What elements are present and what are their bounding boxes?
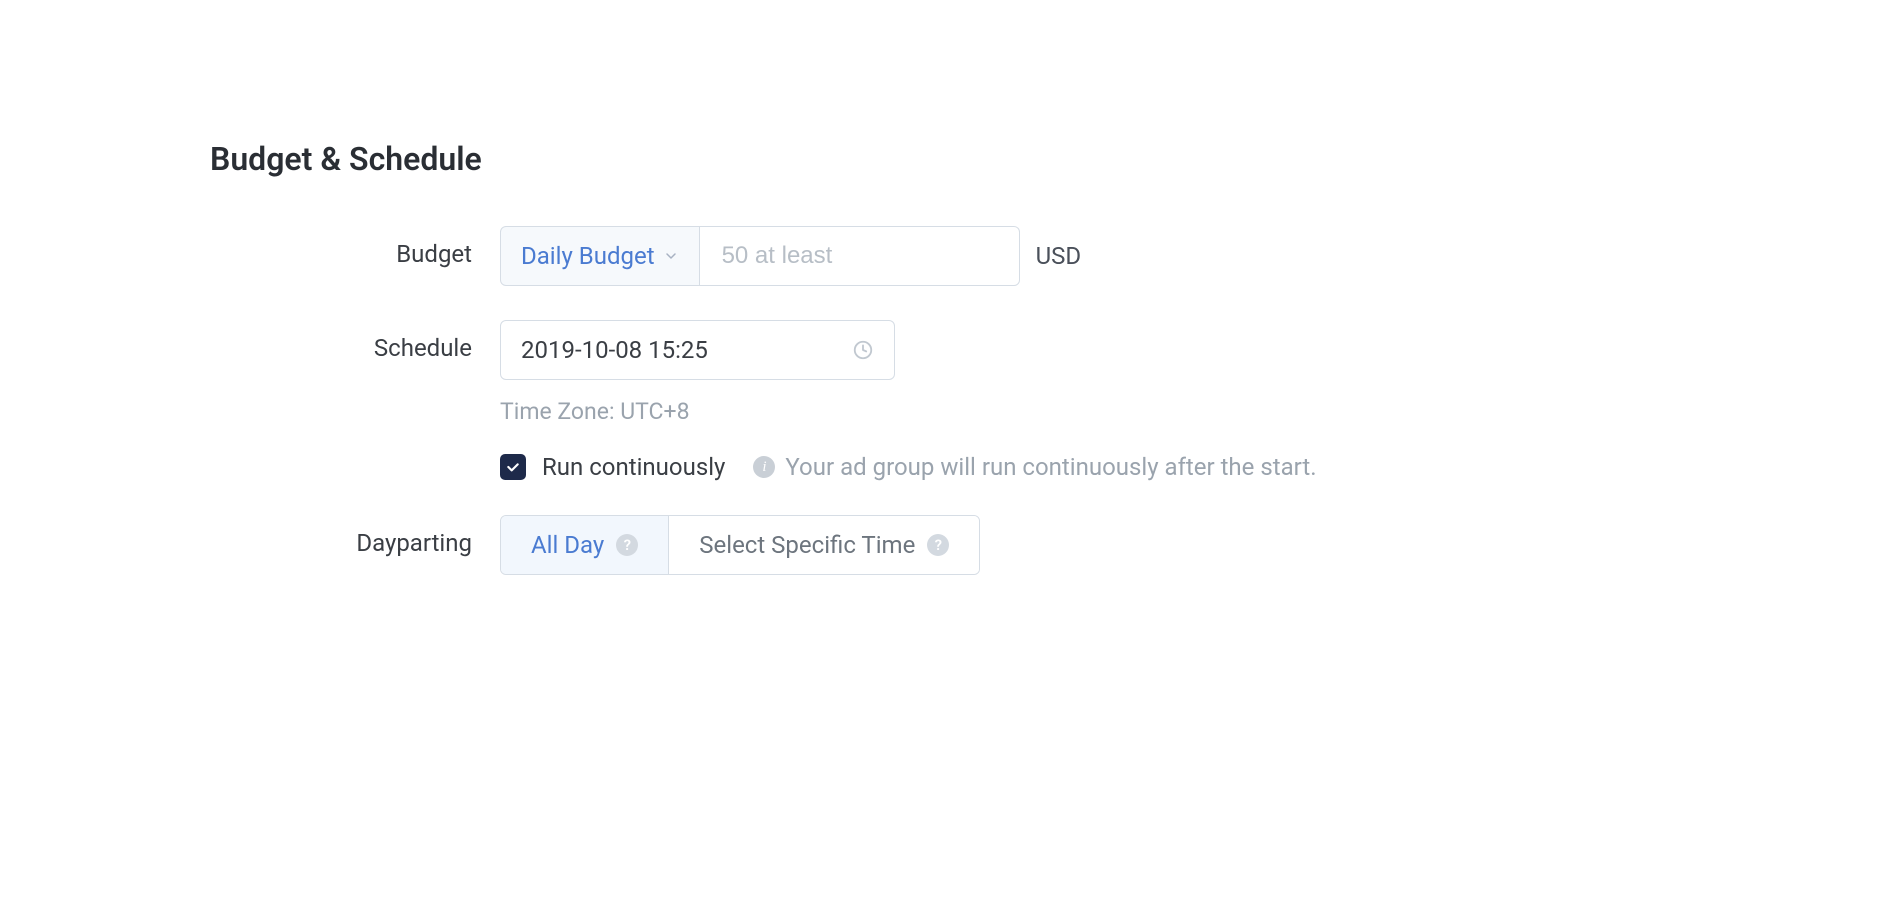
dayparting-option-label: Select Specific Time (699, 531, 915, 559)
schedule-date-input[interactable]: 2019-10-08 15:25 (500, 320, 895, 380)
dayparting-option-label: All Day (531, 531, 604, 559)
chevron-down-icon (663, 248, 679, 264)
schedule-label: Schedule (210, 320, 500, 362)
timezone-hint: Time Zone: UTC+8 (500, 398, 1317, 425)
dayparting-row: Dayparting All Day ? Select Specific Tim… (210, 515, 1890, 575)
budget-schedule-section: Budget & Schedule Budget Daily Budget US… (210, 140, 1890, 575)
budget-currency: USD (1036, 242, 1082, 270)
run-continuously-label: Run continuously (542, 453, 725, 481)
budget-type-value: Daily Budget (521, 242, 655, 270)
dayparting-option-specific-time[interactable]: Select Specific Time ? (668, 516, 979, 574)
schedule-row: Schedule 2019-10-08 15:25 Time Zone: UTC… (210, 320, 1890, 481)
clock-icon (852, 339, 874, 361)
budget-type-select[interactable]: Daily Budget (500, 226, 700, 286)
help-icon: ? (927, 534, 949, 556)
budget-amount-input[interactable] (700, 226, 1020, 286)
budget-label: Budget (210, 226, 500, 268)
schedule-date-value: 2019-10-08 15:25 (521, 336, 708, 364)
run-continuously-checkbox[interactable] (500, 454, 526, 480)
dayparting-segmented: All Day ? Select Specific Time ? (500, 515, 980, 575)
info-icon: i (753, 456, 775, 478)
budget-row: Budget Daily Budget USD (210, 226, 1890, 286)
run-continuously-info: Your ad group will run continuously afte… (785, 453, 1316, 481)
help-icon: ? (616, 534, 638, 556)
section-title: Budget & Schedule (210, 140, 1890, 178)
dayparting-option-all-day[interactable]: All Day ? (501, 516, 668, 574)
dayparting-label: Dayparting (210, 515, 500, 557)
